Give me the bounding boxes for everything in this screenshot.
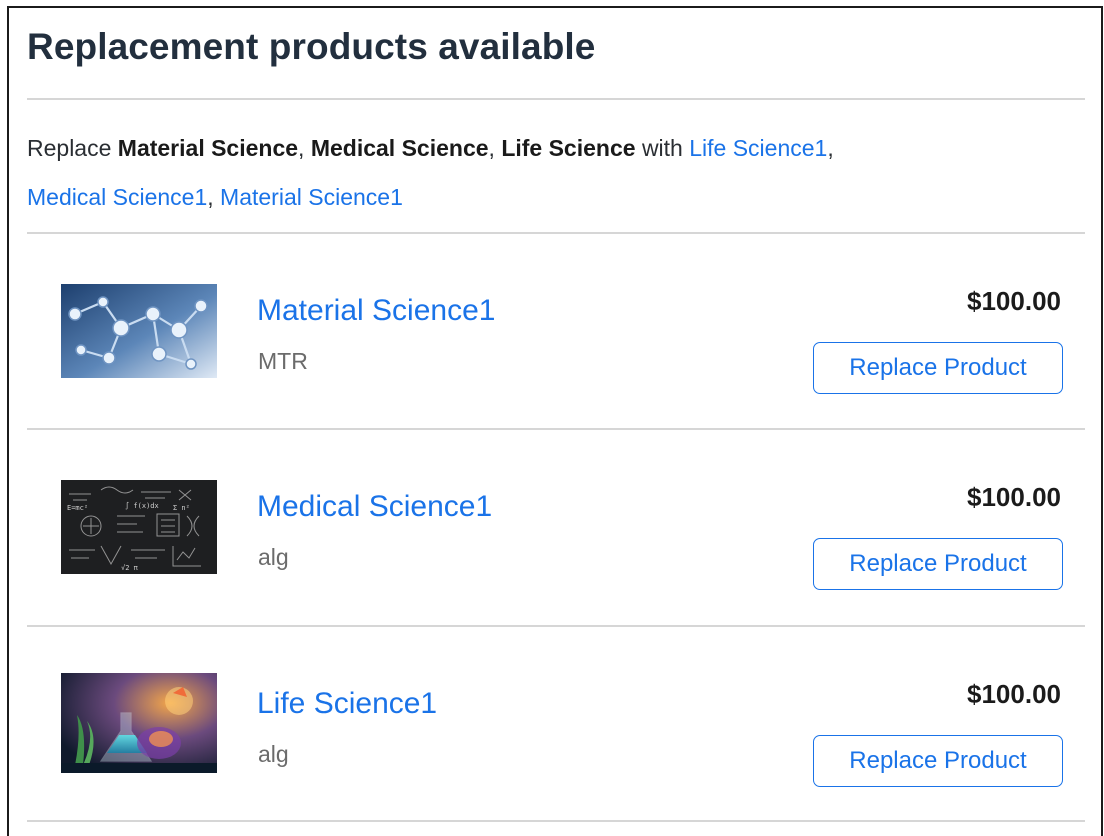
- product-price: $100.00: [967, 482, 1061, 512]
- product-code: alg: [258, 544, 289, 570]
- replaced-product-name: Life Science: [501, 135, 636, 161]
- product-price: $100.00: [967, 679, 1061, 709]
- replacement-summary: Replace Material Science, Medical Scienc…: [27, 135, 834, 210]
- molecule-structure-image: [61, 284, 217, 378]
- product-code: alg: [258, 741, 289, 767]
- replace-product-button[interactable]: Replace Product: [813, 342, 1063, 394]
- svg-text:√2 π: √2 π: [121, 564, 139, 572]
- replaced-product-name: Material Science: [117, 135, 299, 161]
- product-code: MTR: [258, 348, 308, 374]
- product-name-link[interactable]: Material Science1: [257, 294, 495, 328]
- laboratory-flask-image: [61, 673, 217, 773]
- svg-text:Σ n²: Σ n²: [173, 504, 190, 512]
- replacement-panel: Replacement products available Replace M…: [7, 6, 1103, 836]
- summary-connector: with: [641, 135, 683, 161]
- product-row: E=mc² ∫ f(x)dx Σ n² √2 π Medical Science…: [27, 430, 1085, 626]
- replace-product-button[interactable]: Replace Product: [813, 538, 1063, 590]
- replaced-product-name: Medical Science: [310, 135, 489, 161]
- product-row: Material Science1 MTR $100.00 Replace Pr…: [27, 234, 1085, 430]
- product-name-link[interactable]: Life Science1: [257, 687, 437, 721]
- divider: [27, 820, 1085, 822]
- replacement-link[interactable]: Material Science1: [220, 184, 403, 210]
- product-name-link[interactable]: Medical Science1: [257, 490, 492, 524]
- svg-text:E=mc²: E=mc²: [67, 504, 88, 512]
- replacement-link[interactable]: Life Science1: [689, 135, 827, 161]
- chalkboard-formulas-image: E=mc² ∫ f(x)dx Σ n² √2 π: [61, 480, 217, 574]
- product-row: Life Science1 alg $100.00 Replace Produc…: [27, 627, 1085, 823]
- svg-text:∫ f(x)dx: ∫ f(x)dx: [125, 501, 159, 510]
- divider: [27, 98, 1085, 100]
- replacement-link[interactable]: Medical Science1: [27, 184, 207, 210]
- product-price: $100.00: [967, 286, 1061, 316]
- replace-product-button[interactable]: Replace Product: [813, 735, 1063, 787]
- page-title: Replacement products available: [27, 26, 596, 67]
- summary-prefix: Replace: [27, 135, 112, 161]
